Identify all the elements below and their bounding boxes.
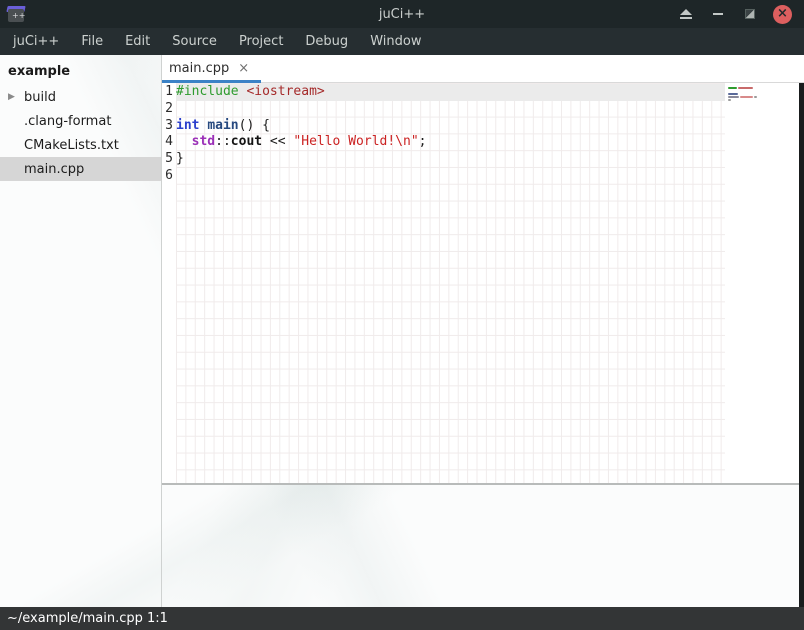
- code-line: [176, 168, 725, 185]
- close-icon: ×: [777, 7, 788, 20]
- tree-item-main-cpp[interactable]: main.cpp: [0, 157, 161, 181]
- app-window: ++ juCi++ × juCi++FileEditSourceProjectD…: [0, 0, 804, 630]
- tree-items: ▶build .clang-format CMakeLists.txt main.cp…: [0, 85, 161, 181]
- content-area: example ▶build .clang-format CMakeLists.tx…: [0, 55, 804, 607]
- minimize-icon: [713, 13, 723, 15]
- menu-item-source[interactable]: Source: [161, 29, 228, 54]
- line-number-gutter: 123456: [162, 83, 176, 483]
- tree-item-label: main.cpp: [24, 162, 84, 177]
- menu-item-window[interactable]: Window: [359, 29, 432, 54]
- token-func: main: [207, 118, 238, 133]
- menu-item-file[interactable]: File: [70, 29, 114, 54]
- source-editor[interactable]: 123456 #include <iostream> int main() { …: [162, 83, 804, 483]
- minimap-segment: [738, 87, 753, 89]
- minimize-button[interactable]: [709, 5, 727, 23]
- tab-close-icon[interactable]: ×: [238, 61, 249, 76]
- line-number: 5: [162, 151, 173, 168]
- menu-item-project[interactable]: Project: [228, 29, 294, 54]
- tree-item--clang-format[interactable]: .clang-format: [0, 109, 161, 133]
- minimap-row: [728, 90, 804, 92]
- line-number: 6: [162, 168, 173, 185]
- tab-label: main.cpp: [169, 61, 229, 76]
- token-preproc: #include: [176, 84, 239, 99]
- menubar: juCi++FileEditSourceProjectDebugWindow: [0, 28, 804, 55]
- token-plain: ::: [215, 134, 231, 149]
- tree-item-label: build: [24, 90, 56, 105]
- shade-button[interactable]: [677, 5, 695, 23]
- file-tree-sidebar: example ▶build .clang-format CMakeLists.tx…: [0, 55, 162, 607]
- minimap-segment: [728, 96, 739, 98]
- minimap-segment: [754, 96, 757, 98]
- code-line: std::cout << "Hello World!\n";: [176, 134, 725, 151]
- code-area[interactable]: #include <iostream> int main() { std::co…: [176, 83, 725, 483]
- code-line: }: [176, 151, 725, 168]
- minimap-segment: [728, 87, 737, 89]
- token-plain: [176, 134, 192, 149]
- token-ns: std: [192, 134, 215, 149]
- output-panel[interactable]: [162, 485, 804, 607]
- token-keyword: int: [176, 118, 199, 133]
- status-file-position: ~/example/main.cpp 1:1: [7, 611, 168, 626]
- token-plain: <<: [262, 134, 293, 149]
- statusbar: ~/example/main.cpp 1:1: [0, 607, 804, 630]
- code-line: [176, 101, 725, 118]
- close-button[interactable]: ×: [773, 5, 792, 24]
- menu-item-edit[interactable]: Edit: [114, 29, 161, 54]
- tree-item-build[interactable]: ▶build: [0, 85, 161, 109]
- window-controls: ×: [677, 5, 804, 24]
- minimap-segment: [740, 96, 753, 98]
- vertical-scrollbar[interactable]: [799, 83, 804, 607]
- tree-item-label: CMakeLists.txt: [24, 138, 119, 153]
- token-string: "Hello World!\n": [293, 134, 418, 149]
- minimap-segment: [728, 99, 731, 101]
- minimap-segment: [728, 93, 738, 95]
- tree-item-cmakelists-txt[interactable]: CMakeLists.txt: [0, 133, 161, 157]
- maximize-icon: [745, 9, 755, 19]
- tab-main-cpp[interactable]: main.cpp ×: [162, 55, 261, 82]
- line-number: 4: [162, 134, 173, 151]
- tree-item-label: .clang-format: [24, 114, 111, 129]
- line-number: 3: [162, 118, 173, 135]
- token-var: cout: [231, 134, 262, 149]
- minimap[interactable]: [725, 83, 804, 483]
- code-line: #include <iostream>: [176, 84, 725, 101]
- minimap-row: [728, 87, 804, 89]
- tree-root-folder[interactable]: example: [0, 59, 161, 85]
- titlebar: ++ juCi++ ×: [0, 0, 804, 28]
- token-plain: ;: [419, 134, 427, 149]
- minimap-row: [728, 96, 804, 98]
- eject-icon: [680, 9, 692, 15]
- minimap-row: [728, 93, 804, 95]
- line-number: 1: [162, 84, 173, 101]
- token-header: <iostream>: [246, 84, 324, 99]
- menu-item-debug[interactable]: Debug: [294, 29, 359, 54]
- minimap-row: [728, 102, 804, 104]
- minimap-row: [728, 99, 804, 101]
- token-plain: }: [176, 151, 184, 166]
- token-plain: () {: [239, 118, 270, 133]
- code-line: int main() {: [176, 118, 725, 135]
- line-number: 2: [162, 101, 173, 118]
- expander-icon[interactable]: ▶: [8, 92, 24, 102]
- maximize-button[interactable]: [741, 5, 759, 23]
- editor-pane: main.cpp × 123456 #include <iostream> int…: [162, 55, 804, 607]
- menu-item-juci[interactable]: juCi++: [2, 29, 70, 54]
- tabbar: main.cpp ×: [162, 55, 804, 83]
